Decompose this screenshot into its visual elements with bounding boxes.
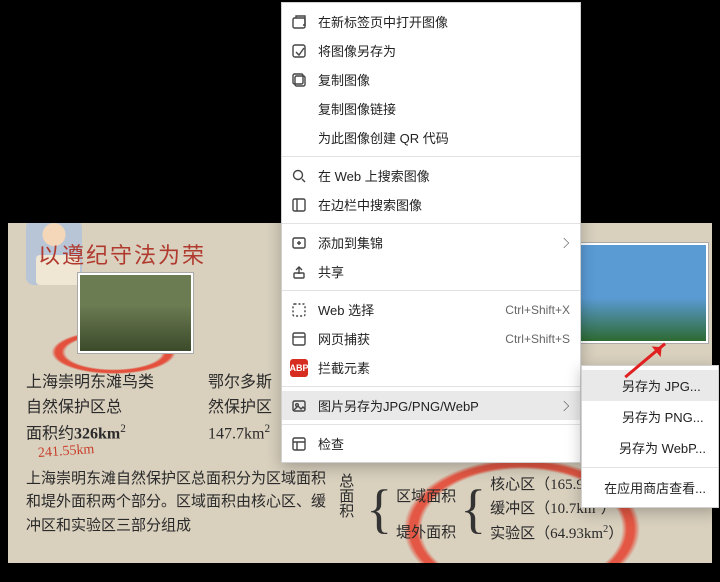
menu-item-label: 为此图像创建 QR 代码: [318, 128, 570, 147]
caption-block-a: 上海崇明东滩鸟类 自然保护区总 面积约326km2: [26, 371, 206, 447]
context-menu-item-16[interactable]: 图片另存为JPG/PNG/WebP: [282, 391, 580, 420]
collection-icon: [290, 234, 308, 252]
menu-item-label: 共享: [318, 262, 570, 281]
context-menu-item-10[interactable]: 共享: [282, 257, 580, 286]
menu-item-label: 在 Web 上搜索图像: [318, 166, 570, 185]
open-tab-icon: [290, 13, 308, 31]
context-menu-item-6[interactable]: 在 Web 上搜索图像: [282, 161, 580, 190]
save-as-icon: [290, 42, 308, 60]
handwritten-note: 241.55km: [37, 439, 95, 465]
abp-icon: ABP: [290, 359, 308, 377]
menu-item-label: 在边栏中搜索图像: [318, 195, 570, 214]
context-submenu: 另存为 JPG... 另存为 PNG... 另存为 WebP... 在应用商店查看..…: [581, 365, 719, 508]
submenu-item-1[interactable]: 另存为 PNG...: [582, 401, 718, 432]
menu-item-label: 网页捕获: [318, 329, 495, 348]
context-menu-item-4[interactable]: 为此图像创建 QR 代码: [282, 123, 580, 152]
context-menu-item-1[interactable]: 将图像另存为: [282, 36, 580, 65]
menu-item-label: 图片另存为JPG/PNG/WebP: [318, 396, 548, 415]
paragraph: 上海崇明东滩自然保护区总面积分为区域面积和堤外面积两个部分。区域面积由核心区、缓…: [26, 468, 326, 538]
menu-item-label: 检查: [318, 434, 570, 453]
submenu-item-0[interactable]: 另存为 JPG...: [582, 370, 718, 401]
menu-shortcut: Ctrl+Shift+S: [505, 332, 570, 346]
context-menu: 在新标签页中打开图像将图像另存为复制图像复制图像链接为此图像创建 QR 代码在 …: [281, 2, 581, 463]
menu-item-label: 另存为 WebP...: [619, 438, 706, 457]
web-select-icon: [290, 301, 308, 319]
submenu-item-4[interactable]: 在应用商店查看...: [582, 472, 718, 503]
inspect-icon: [290, 435, 308, 453]
menu-item-label: 另存为 PNG...: [622, 407, 706, 426]
book-banner: 以遵纪守法为荣: [38, 238, 206, 270]
sidebar-search-icon: [290, 196, 308, 214]
menu-item-label: 在新标签页中打开图像: [318, 12, 570, 31]
menu-item-label: 拦截元素: [318, 358, 570, 377]
menu-divider: [282, 386, 580, 387]
context-menu-item-7[interactable]: 在边栏中搜索图像: [282, 190, 580, 219]
menu-item-label: 添加到集锦: [318, 233, 548, 252]
context-menu-item-14[interactable]: ABP 拦截元素: [282, 353, 580, 382]
context-menu-item-18[interactable]: 检查: [282, 429, 580, 458]
context-menu-item-12[interactable]: Web 选择 Ctrl+Shift+X: [282, 295, 580, 324]
menu-divider: [282, 156, 580, 157]
thumbnail-3: [568, 243, 708, 343]
menu-divider: [582, 467, 718, 468]
menu-item-label: 复制图像链接: [318, 99, 570, 118]
menu-item-label: 将图像另存为: [318, 41, 570, 60]
web-capture-icon: [290, 330, 308, 348]
menu-shortcut: Ctrl+Shift+X: [505, 303, 570, 317]
context-menu-item-9[interactable]: 添加到集锦: [282, 228, 580, 257]
context-menu-item-3[interactable]: 复制图像链接: [282, 94, 580, 123]
chevron-right-icon: [559, 237, 569, 247]
menu-item-label: 在应用商店查看...: [604, 478, 706, 497]
menu-divider: [282, 424, 580, 425]
menu-divider: [282, 290, 580, 291]
context-menu-item-13[interactable]: 网页捕获 Ctrl+Shift+S: [282, 324, 580, 353]
thumbnail-1: [78, 273, 193, 353]
share-icon: [290, 263, 308, 281]
menu-item-label: Web 选择: [318, 300, 495, 319]
web-search-icon: [290, 167, 308, 185]
menu-divider: [282, 223, 580, 224]
chevron-right-icon: [559, 400, 569, 410]
context-menu-item-0[interactable]: 在新标签页中打开图像: [282, 7, 580, 36]
submenu-item-2[interactable]: 另存为 WebP...: [582, 432, 718, 463]
copy-image-icon: [290, 71, 308, 89]
image-export-icon: [290, 397, 308, 415]
menu-item-label: 另存为 JPG...: [622, 376, 706, 395]
context-menu-item-2[interactable]: 复制图像: [282, 65, 580, 94]
menu-item-label: 复制图像: [318, 70, 570, 89]
